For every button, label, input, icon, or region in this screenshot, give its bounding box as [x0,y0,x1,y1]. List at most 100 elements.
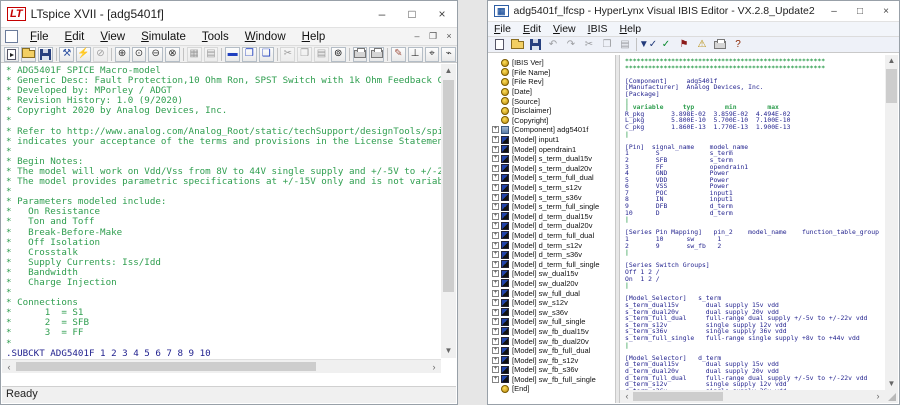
toolbar-button[interactable]: ⊖ [148,47,163,62]
mdi-close-button[interactable]: × [441,31,457,42]
tree-item[interactable]: + [Date] [492,87,615,97]
toolbar-button[interactable]: ✎ [391,47,406,62]
tree-item[interactable]: + [Model] sw_fb_dual20v [492,336,615,346]
toolbar-button[interactable]: ✂ [280,47,295,62]
tree-item[interactable]: + [Source] [492,96,615,106]
tree-expander-icon[interactable]: + [492,357,499,364]
tree-item[interactable]: + [Model] s_term_dual20v [492,164,615,174]
toolbar-button[interactable] [509,37,525,52]
tree-item[interactable]: + [Model] sw_fb_s36v [492,365,615,375]
tree-expander-icon[interactable]: + [492,366,499,373]
toolbar-button[interactable]: ✓ [658,37,674,52]
ltspice-titlebar[interactable]: LT LTspice XVII - [adg5401f] – □ × [1,1,457,27]
tree-item[interactable]: + [Model] d_term_full_single [492,259,615,269]
ibis-tree-panel[interactable]: + [IBIS Ver] + [File Name] + [File Rev] … [489,55,615,403]
editor-horizontal-scrollbar[interactable]: ‹ › [2,359,441,373]
menu-item[interactable]: Help [614,23,648,35]
scroll-down-icon[interactable]: ▼ [885,378,898,390]
toolbar-button[interactable] [491,37,507,52]
tree-expander-icon[interactable]: + [492,309,499,316]
tree-item[interactable]: + [Model] d_term_s36v [492,250,615,260]
tree-expander-icon[interactable]: + [492,328,499,335]
scroll-left-icon[interactable]: ‹ [620,390,634,403]
menu-item[interactable]: View [92,31,133,43]
tree-expander-icon[interactable]: + [492,376,499,383]
tree-item[interactable]: + [Model] sw_fb_dual15v [492,327,615,337]
toolbar-button[interactable]: ⊕ [115,47,130,62]
tree-item[interactable]: + [Model] s_term_s36v [492,192,615,202]
tree-expander-icon[interactable]: + [492,347,499,354]
tree-item[interactable]: + [Disclaimer] [492,106,615,116]
scroll-up-icon[interactable]: ▲ [441,64,456,78]
menu-item[interactable]: Edit [57,31,93,43]
scroll-left-icon[interactable]: ‹ [2,360,16,374]
toolbar-button[interactable]: ⊙ [132,47,147,62]
scroll-up-icon[interactable]: ▲ [885,55,898,67]
maximize-button[interactable]: □ [397,1,427,27]
menu-item[interactable]: Simulate [133,31,194,43]
toolbar-button[interactable] [527,37,543,52]
tree-expander-icon[interactable]: + [492,146,499,153]
tree-item[interactable]: + [Model] d_term_dual20v [492,221,615,231]
tree-expander-icon[interactable]: + [492,242,499,249]
tree-expander-icon[interactable]: + [492,165,499,172]
toolbar-button[interactable] [4,47,19,62]
tree-item[interactable]: + [Model] sw_fb_s12v [492,355,615,365]
toolbar-button[interactable] [712,37,728,52]
close-button[interactable]: × [873,1,899,21]
menu-item[interactable]: Help [294,31,334,43]
scrollbar-thumb[interactable] [886,69,897,103]
netlist-editor[interactable]: * ADG5401F SPICE Macro-model* Generic De… [2,64,441,358]
tree-expander-icon[interactable]: + [492,261,499,268]
toolbar-button[interactable]: ⌖ [425,47,440,62]
menu-item[interactable]: Window [237,31,294,43]
tree-item[interactable]: + [Model] opendrain1 [492,144,615,154]
toolbar-button[interactable]: ❐ [297,47,312,62]
scrollbar-thumb[interactable] [633,392,723,401]
tree-expander-icon[interactable]: + [492,174,499,181]
resize-grip[interactable] [885,390,898,403]
scroll-down-icon[interactable]: ▼ [441,344,456,358]
toolbar-button[interactable]: ⊘ [93,47,108,62]
scroll-right-icon[interactable]: › [427,360,441,374]
tree-item[interactable]: + [File Name] [492,68,615,78]
toolbar-button[interactable]: ▤ [204,47,219,62]
tree-item[interactable]: + [Model] sw_s36v [492,307,615,317]
tree-item[interactable]: + [Model] sw_fb_full_single [492,375,615,385]
tree-expander-icon[interactable]: + [492,222,499,229]
tree-expander-icon[interactable]: + [492,194,499,201]
toolbar-button[interactable]: ⚒ [59,47,74,62]
tree-item[interactable]: + [Model] sw_dual15v [492,269,615,279]
toolbar-button[interactable]: ❑ [259,47,274,62]
tree-item[interactable]: + [Model] s_term_dual15v [492,154,615,164]
editor-vertical-scrollbar[interactable]: ▲ ▼ [441,64,456,358]
mdi-restore-button[interactable]: ❐ [425,31,441,42]
tree-item[interactable]: + [Model] input1 [492,135,615,145]
toolbar-button[interactable] [21,47,36,62]
toolbar-button[interactable]: ✂ [581,37,597,52]
toolbar-button[interactable]: ⌁ [441,47,456,62]
toolbar-button[interactable]: ⊚ [331,47,346,62]
tree-item[interactable]: + [Model] s_term_s12v [492,183,615,193]
menu-item[interactable]: Edit [517,23,547,35]
tree-item[interactable]: + [Model] s_term_full_dual [492,173,615,183]
tree-item[interactable]: + [Model] sw_full_dual [492,288,615,298]
tree-expander-icon[interactable]: + [492,213,499,220]
toolbar-button[interactable] [369,47,384,62]
scrollbar-thumb[interactable] [443,80,454,292]
mdi-minimize-button[interactable]: – [409,31,425,42]
scroll-right-icon[interactable]: › [871,390,885,403]
ibis-titlebar[interactable]: ▦ adg5401f_lfcsp - HyperLynx Visual IBIS… [488,1,899,21]
toolbar-button[interactable]: ❐ [599,37,615,52]
tree-expander-icon[interactable]: + [492,251,499,258]
toolbar-button[interactable]: ↷ [563,37,579,52]
toolbar-button[interactable] [353,47,368,62]
tree-item[interactable]: + [End] [492,384,615,394]
menu-item[interactable]: IBIS [582,23,614,35]
menu-item[interactable]: View [547,23,582,35]
toolbar-button[interactable]: ❐ [242,47,257,62]
toolbar-button[interactable]: ⊗ [165,47,180,62]
tree-item[interactable]: + [Component] adg5401f [492,125,615,135]
toolbar-button[interactable]: ▦ [187,47,202,62]
tree-item[interactable]: + [Model] sw_fb_full_dual [492,346,615,356]
